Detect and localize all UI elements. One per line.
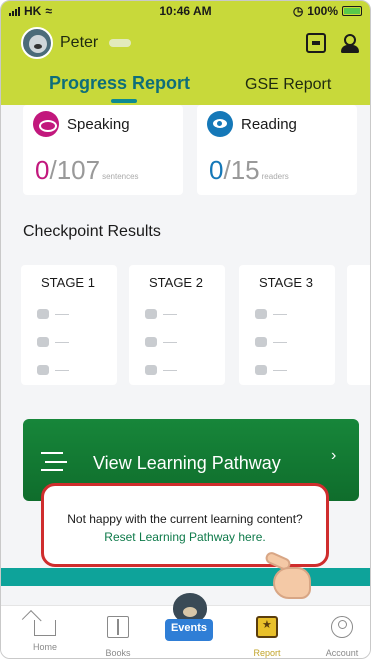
avatar — [21, 27, 53, 59]
reset-prompt: Not happy with the current learning cont… — [67, 512, 303, 526]
stage-row-reading — [145, 365, 177, 375]
reading-unit: readers — [261, 172, 289, 181]
stage-row-speaking — [37, 337, 69, 347]
app-frame: HK ≈ 10:46 AM ◷ 100% Peter Progress Repo… — [0, 0, 371, 659]
speaking-label: Speaking — [67, 115, 130, 133]
report-tabs: Progress Report GSE Report — [1, 73, 370, 103]
stage-title: STAGE 1 — [41, 275, 95, 290]
reading-stat-card[interactable]: Reading 0/15 readers — [197, 105, 357, 195]
header: HK ≈ 10:46 AM ◷ 100% Peter Progress Repo… — [1, 1, 370, 105]
nav-report[interactable]: Report — [237, 616, 297, 658]
book-icon — [37, 309, 49, 319]
reset-pathway-link[interactable]: Reset Learning Pathway here. — [44, 530, 326, 544]
lips-icon — [37, 337, 49, 347]
scan-icon[interactable] — [306, 33, 326, 53]
speaking-unit: sentences — [102, 172, 139, 181]
reading-count: 0 — [209, 155, 224, 185]
home-icon — [34, 620, 56, 636]
stage-row-book — [255, 309, 287, 319]
battery-icon — [342, 6, 362, 16]
user-profile[interactable]: Peter — [21, 27, 132, 59]
active-tab-indicator — [111, 99, 137, 103]
nav-events[interactable]: Events — [165, 593, 213, 655]
nav-label: Account — [325, 648, 359, 658]
lips-icon — [33, 111, 59, 137]
pathway-icon — [41, 449, 69, 471]
book-icon — [107, 616, 129, 638]
eye-icon — [255, 365, 267, 375]
user-level-badge — [109, 39, 132, 47]
speaking-stat-header: Speaking — [33, 111, 130, 137]
chevron-right-icon: › — [331, 447, 337, 464]
pointing-hand-icon — [261, 549, 317, 601]
eye-icon — [37, 365, 49, 375]
stage-row-listening — [145, 309, 177, 319]
battery-percent: 100% — [307, 4, 338, 18]
status-right: ◷ 100% — [293, 4, 362, 18]
nav-label: Home — [32, 642, 57, 652]
stage-card-1[interactable]: STAGE 1 — [21, 265, 117, 385]
reading-total: /15 — [223, 155, 260, 185]
status-bar: HK ≈ 10:46 AM ◷ 100% — [1, 1, 370, 19]
speaking-total: /107 — [49, 155, 101, 185]
stage-card-4-partial[interactable] — [347, 265, 370, 385]
report-icon — [256, 616, 278, 638]
tab-progress-report[interactable]: Progress Report — [49, 73, 190, 94]
nav-home[interactable]: Home — [15, 616, 75, 652]
nav-label: Events — [170, 622, 208, 634]
nav-account[interactable]: Account — [312, 616, 370, 658]
stage-card-3[interactable]: STAGE 3 — [239, 265, 335, 385]
speaking-value: 0/107 sentences — [35, 155, 139, 186]
lips-icon — [145, 337, 157, 347]
eye-icon — [207, 111, 233, 137]
stage-title: STAGE 2 — [149, 275, 203, 290]
nav-label: Report — [253, 648, 281, 658]
ear-icon — [145, 309, 157, 319]
stage-row-speaking — [255, 337, 287, 347]
speaking-count: 0 — [35, 155, 50, 185]
stage-row-reading — [37, 365, 69, 375]
account-icon — [331, 616, 353, 638]
stage-title: STAGE 3 — [259, 275, 313, 290]
stage-row-speaking — [145, 337, 177, 347]
alarm-icon: ◷ — [292, 4, 304, 18]
lips-icon — [255, 337, 267, 347]
reading-value: 0/15 readers — [209, 155, 289, 186]
reading-stat-header: Reading — [207, 111, 297, 137]
nav-label: Books — [105, 648, 131, 658]
speaking-stat-card[interactable]: Speaking 0/107 sentences — [23, 105, 183, 195]
stage-card-2[interactable]: STAGE 2 — [129, 265, 225, 385]
checkpoint-title: Checkpoint Results — [23, 223, 161, 240]
stage-row-reading — [255, 365, 287, 375]
reading-label: Reading — [241, 115, 297, 133]
user-name: Peter — [60, 34, 99, 51]
book-icon — [255, 309, 267, 319]
nav-books[interactable]: Books — [88, 616, 148, 658]
customer-service-icon[interactable] — [340, 33, 360, 53]
eye-icon — [145, 365, 157, 375]
pathway-label: View Learning Pathway — [93, 453, 281, 473]
stage-row-book — [37, 309, 69, 319]
tab-gse-report[interactable]: GSE Report — [245, 76, 331, 94]
